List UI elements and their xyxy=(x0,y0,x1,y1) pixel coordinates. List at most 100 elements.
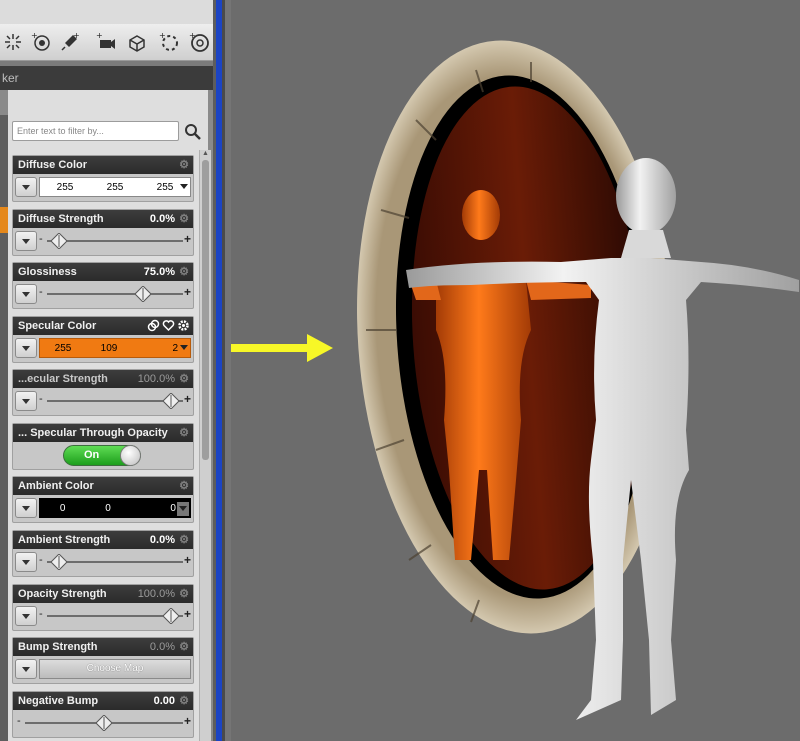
specular-through-opacity-property: ... Specular Through Opacity ⚙ On xyxy=(12,423,194,470)
color-r: 0 xyxy=(59,502,66,514)
gear-icon[interactable]: ⚙ xyxy=(178,427,190,439)
gear-icon[interactable]: ⚙ xyxy=(178,588,190,600)
diffuse-strength-property: Diffuse Strength 0.0% ⚙ - + xyxy=(12,209,194,256)
property-label: Glossiness xyxy=(18,266,77,278)
link-icon[interactable] xyxy=(147,319,160,332)
color-g: 0 xyxy=(105,502,111,514)
property-label: Negative Bump xyxy=(18,695,99,707)
opacity-strength-slider[interactable]: - + xyxy=(39,607,191,625)
heart-icon[interactable] xyxy=(162,319,175,332)
gear-icon[interactable]: ⚙ xyxy=(178,641,190,653)
gear-icon[interactable]: ⚙ xyxy=(178,534,190,546)
dropdown-button[interactable] xyxy=(15,231,37,251)
ambient-color-property: Ambient Color ⚙ 0 0 0 xyxy=(12,476,194,523)
diffuse-strength-slider[interactable]: - + xyxy=(39,232,191,250)
property-value: 0.0% xyxy=(149,213,175,225)
double-arrow-icon xyxy=(231,334,333,362)
light-burst-icon[interactable] xyxy=(0,30,26,54)
chevron-down-icon xyxy=(180,345,188,350)
chevron-down-icon xyxy=(180,184,188,189)
gear-icon[interactable]: ⚙ xyxy=(178,373,190,385)
property-value: 0.0% xyxy=(149,534,175,546)
ambient-color-field[interactable]: 0 0 0 xyxy=(39,498,191,518)
property-scrollbar[interactable]: ▲ xyxy=(199,150,211,741)
dropdown-button[interactable] xyxy=(15,606,37,626)
svg-text:+: + xyxy=(159,31,166,40)
glossiness-property: Glossiness 75.0% ⚙ - + xyxy=(12,262,194,309)
toolbar: + + + + + xyxy=(0,0,213,61)
svg-text:+: + xyxy=(31,31,38,40)
color-r: 255 xyxy=(56,181,74,193)
property-label: Ambient Strength xyxy=(18,534,111,546)
cube-plus-icon[interactable] xyxy=(124,30,150,54)
ambient-strength-slider[interactable]: - + xyxy=(39,553,191,571)
gear-icon[interactable]: ⚙ xyxy=(178,480,190,492)
refresh-circle-icon[interactable]: + xyxy=(186,30,212,54)
3d-viewport[interactable] xyxy=(231,0,800,741)
specular-color-field[interactable]: 255 109 2 xyxy=(39,338,191,358)
gear-icon[interactable] xyxy=(177,319,190,332)
dropdown-button[interactable] xyxy=(15,177,37,197)
svg-text:+: + xyxy=(73,31,80,40)
panel-title: ker xyxy=(0,66,213,90)
slider-knob[interactable] xyxy=(51,233,67,249)
ambient-strength-property: Ambient Strength 0.0% ⚙ - + xyxy=(12,530,194,577)
dropdown-button[interactable] xyxy=(15,391,37,411)
property-label: ... Specular Through Opacity xyxy=(18,427,168,439)
svg-text:+: + xyxy=(96,31,103,40)
bump-strength-property: Bump Strength 0.0% ⚙ Choose Map xyxy=(12,637,194,684)
gear-icon[interactable]: ⚙ xyxy=(178,213,190,225)
property-value: 100.0% xyxy=(137,588,175,600)
scroll-up-icon[interactable]: ▲ xyxy=(201,150,210,159)
panel-splitter[interactable] xyxy=(213,0,231,741)
property-label: Diffuse Strength xyxy=(18,213,104,225)
toggle-knob[interactable] xyxy=(120,445,141,466)
camera-plus-icon[interactable]: + xyxy=(93,30,119,54)
chevron-down-icon xyxy=(179,506,187,511)
specular-color-property: Specular Color 255 109 2 xyxy=(12,316,194,363)
specular-strength-property: ...ecular Strength 100.0% ⚙ - + xyxy=(12,369,194,416)
slider-knob[interactable] xyxy=(163,393,179,409)
dropdown-button[interactable] xyxy=(15,552,37,572)
negative-bump-slider[interactable]: - + xyxy=(17,714,191,732)
surfaces-panel: + + + + + ker Enter text to filter by...… xyxy=(0,0,213,741)
color-g: 255 xyxy=(106,181,124,193)
dropdown-button[interactable] xyxy=(15,659,37,679)
slider-knob[interactable] xyxy=(96,715,112,731)
dotted-circle-icon[interactable]: + xyxy=(156,30,182,54)
choose-map-button[interactable]: Choose Map xyxy=(39,659,191,679)
color-g: 109 xyxy=(100,342,118,354)
category-strip xyxy=(0,115,8,741)
search-icon[interactable] xyxy=(184,123,202,141)
color-r: 255 xyxy=(54,342,72,354)
property-value: 100.0% xyxy=(137,373,175,385)
property-value: 75.0% xyxy=(143,266,175,278)
property-value: 0.0% xyxy=(149,641,175,653)
gear-icon[interactable]: ⚙ xyxy=(178,266,190,278)
light-plus-icon[interactable]: + xyxy=(28,30,54,54)
slider-knob[interactable] xyxy=(135,286,151,302)
property-label: Specular Color xyxy=(18,320,97,332)
toggle-state: On xyxy=(84,449,100,461)
gear-icon[interactable]: ⚙ xyxy=(178,159,190,171)
scrollbar-thumb[interactable] xyxy=(202,160,209,460)
slider-knob[interactable] xyxy=(163,608,179,624)
diffuse-color-field[interactable]: 255 255 255 xyxy=(39,177,191,197)
on-off-toggle[interactable]: On xyxy=(63,445,141,466)
glossiness-slider[interactable]: - + xyxy=(39,285,191,303)
dropdown-button[interactable] xyxy=(15,498,37,518)
slider-knob[interactable] xyxy=(51,554,67,570)
property-label: Diffuse Color xyxy=(18,159,88,171)
dropdown-button[interactable] xyxy=(15,284,37,304)
dropdown-button[interactable] xyxy=(15,338,37,358)
property-label: Opacity Strength xyxy=(18,588,107,600)
diffuse-color-property: Diffuse Color ⚙ 255 255 255 xyxy=(12,155,194,202)
property-label: ...ecular Strength xyxy=(18,373,108,385)
specular-strength-slider[interactable]: - + xyxy=(39,392,191,410)
selected-category[interactable] xyxy=(0,207,8,233)
negative-bump-property: Negative Bump 0.00 ⚙ - + xyxy=(12,691,194,738)
svg-text:+: + xyxy=(189,31,196,40)
filter-input[interactable]: Enter text to filter by... xyxy=(12,121,179,141)
spotlight-icon[interactable]: + xyxy=(57,30,83,54)
gear-icon[interactable]: ⚙ xyxy=(178,695,190,707)
